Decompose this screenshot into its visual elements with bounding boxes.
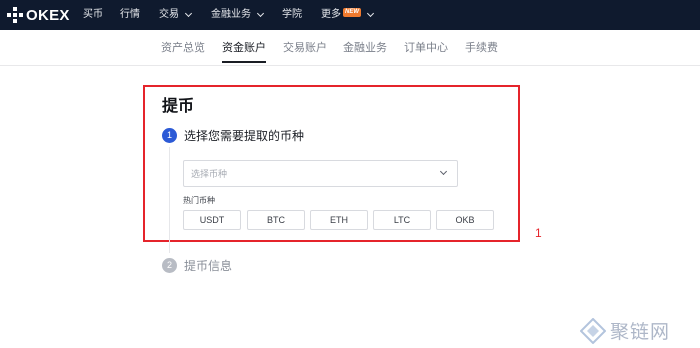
coin-button-btc[interactable]: BTC [247, 210, 305, 230]
nav-markets[interactable]: 行情 [120, 0, 140, 30]
chevron-down-icon [184, 9, 193, 18]
nav-buy-crypto[interactable]: 买币 [83, 0, 103, 30]
nav-more-label: 更多 [321, 9, 341, 20]
top-nav-bar: OKEX 买币 行情 交易 金融业务 学院 更多 NEW [0, 0, 700, 30]
coin-button-eth[interactable]: ETH [310, 210, 368, 230]
hot-coins-label: 热门币种 [183, 196, 215, 205]
chevron-down-icon [256, 9, 265, 18]
chevron-down-icon [439, 167, 448, 176]
watermark-text: 聚链网 [610, 321, 671, 343]
tab-asset-overview[interactable]: 资产总览 [161, 39, 205, 63]
nav-academy[interactable]: 学院 [282, 0, 302, 30]
coin-select[interactable]: 选择币种 [183, 160, 458, 187]
annotation-number: 1 [535, 226, 542, 240]
coin-button-okb[interactable]: OKB [436, 210, 494, 230]
chevron-down-icon [366, 9, 375, 18]
watermark-logo-icon [579, 317, 607, 344]
step-connector-line [169, 147, 170, 253]
okex-logo-icon [7, 7, 23, 23]
tab-trading-account[interactable]: 交易账户 [283, 39, 327, 63]
coin-button-usdt[interactable]: USDT [183, 210, 241, 230]
okex-logo[interactable]: OKEX [7, 6, 70, 24]
nav-finance-label: 金融业务 [211, 9, 251, 20]
page-title: 提币 [162, 96, 195, 115]
coin-select-placeholder: 选择币种 [191, 170, 228, 180]
account-sub-nav: 资产总览 资金账户 交易账户 金融业务 订单中心 手续费 [0, 30, 700, 66]
nav-trade-label: 交易 [159, 9, 179, 20]
step-2-indicator: 2 [162, 258, 177, 273]
step-1-label: 选择您需要提取的币种 [184, 129, 305, 143]
nav-finance[interactable]: 金融业务 [211, 0, 265, 30]
coin-button-ltc[interactable]: LTC [373, 210, 431, 230]
tab-finance[interactable]: 金融业务 [343, 39, 387, 63]
new-badge: NEW [343, 7, 361, 17]
nav-markets-label: 行情 [120, 9, 140, 20]
tab-order-center[interactable]: 订单中心 [404, 39, 448, 63]
tab-fees[interactable]: 手续费 [465, 39, 498, 63]
step-2-label: 提币信息 [184, 259, 233, 273]
tab-funding-account[interactable]: 资金账户 [222, 39, 266, 63]
watermark: 聚链网 [579, 317, 671, 344]
nav-trade[interactable]: 交易 [159, 0, 193, 30]
nav-academy-label: 学院 [282, 9, 302, 20]
logo-text: OKEX [26, 6, 70, 24]
nav-more[interactable]: 更多 NEW [321, 0, 375, 30]
nav-buy-crypto-label: 买币 [83, 9, 103, 20]
step-1-indicator: 1 [162, 128, 177, 143]
